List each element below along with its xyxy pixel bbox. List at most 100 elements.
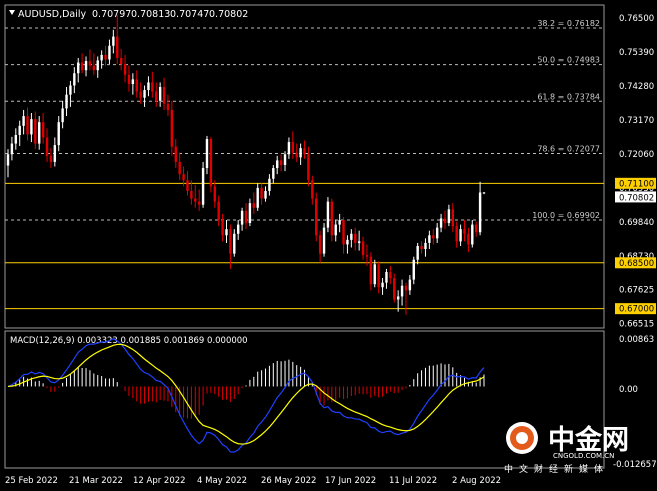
bull-candle bbox=[69, 85, 72, 95]
bull-candle bbox=[447, 209, 451, 224]
x-tick-label: 4 May 2022 bbox=[197, 476, 247, 486]
y-tick-label: 0.75390 bbox=[619, 48, 654, 58]
bull-candle bbox=[385, 271, 388, 283]
bull-candle bbox=[147, 82, 150, 91]
cngold-domain: CNGOLD.COM.CN bbox=[553, 452, 614, 460]
x-tick-label: 21 Mar 2022 bbox=[69, 476, 123, 486]
bear-candle bbox=[92, 65, 96, 71]
macd-y-tick-label: -0.012657 bbox=[613, 460, 657, 470]
fib-label: 100.0 = 0.69902 bbox=[532, 211, 600, 220]
chart-canvas: AUDUSD,Daily 0.70797 0.70813 0.70747 0.7… bbox=[0, 0, 657, 491]
bear-candle bbox=[170, 109, 174, 147]
bull-candle bbox=[283, 154, 287, 165]
bear-candle bbox=[139, 91, 142, 98]
bear-candle bbox=[455, 226, 458, 242]
bear-candle bbox=[365, 255, 369, 257]
bull-candle bbox=[240, 210, 244, 225]
bull-candle bbox=[478, 192, 482, 233]
bear-candle bbox=[467, 233, 470, 245]
bull-candle bbox=[272, 168, 275, 179]
bull-candle bbox=[143, 90, 146, 98]
bear-candle bbox=[420, 245, 423, 250]
y-tick-label: 0.76500 bbox=[619, 14, 654, 24]
bear-candle bbox=[80, 62, 84, 71]
fib-label: 38.2 = 0.76182 bbox=[537, 19, 600, 28]
bull-candle bbox=[84, 61, 88, 71]
macd-y-tick-label: 0.00863 bbox=[619, 335, 654, 345]
bear-candle bbox=[451, 209, 454, 227]
bear-candle bbox=[34, 119, 37, 144]
bull-candle bbox=[256, 187, 259, 208]
bear-candle bbox=[311, 180, 314, 199]
fib-label: 50.0 = 0.74983 bbox=[537, 56, 600, 65]
bear-candle bbox=[41, 122, 45, 138]
bear-candle bbox=[162, 87, 166, 104]
fib-label: 61.8 = 0.73784 bbox=[537, 92, 600, 101]
bull-candle bbox=[236, 224, 240, 234]
bear-candle bbox=[209, 138, 213, 187]
x-tick-label: 26 May 2022 bbox=[261, 476, 316, 486]
bull-candle bbox=[131, 79, 135, 84]
x-tick-label: 17 Jun 2022 bbox=[325, 476, 376, 486]
bull-candle bbox=[350, 233, 353, 240]
bear-candle bbox=[174, 146, 177, 162]
bull-candle bbox=[326, 201, 330, 228]
bull-candle bbox=[400, 285, 404, 297]
bull-candle bbox=[412, 259, 415, 280]
bull-candle bbox=[381, 282, 384, 288]
bull-candle bbox=[435, 227, 439, 239]
level-price-label: 0.68500 bbox=[619, 259, 654, 269]
y-tick-label: 0.69840 bbox=[619, 218, 654, 228]
bear-candle bbox=[330, 201, 334, 236]
bull-candle bbox=[18, 125, 21, 136]
bear-candle bbox=[315, 198, 318, 236]
bear-candle bbox=[229, 229, 232, 254]
bear-candle bbox=[463, 229, 466, 234]
bear-candle bbox=[389, 271, 392, 279]
bear-candle bbox=[369, 256, 373, 285]
bear-candle bbox=[443, 218, 447, 224]
header-low: 0.70747 bbox=[170, 9, 209, 20]
bear-candle bbox=[190, 190, 193, 199]
bear-candle bbox=[178, 161, 181, 175]
bear-candle bbox=[104, 54, 107, 60]
bear-candle bbox=[49, 155, 53, 162]
bull-candle bbox=[205, 138, 209, 169]
bull-candle bbox=[73, 73, 76, 86]
current-price-label: 0.70802 bbox=[619, 193, 654, 203]
bull-candle bbox=[299, 148, 302, 158]
bull-candle bbox=[38, 122, 41, 144]
chart-background bbox=[0, 0, 657, 491]
bull-candle bbox=[428, 235, 431, 243]
bull-candle bbox=[201, 168, 205, 205]
bear-candle bbox=[295, 152, 298, 158]
bear-candle bbox=[26, 116, 29, 135]
bull-candle bbox=[248, 203, 252, 224]
bull-candle bbox=[276, 160, 279, 169]
y-tick-label: 0.66515 bbox=[619, 319, 654, 329]
bull-candle bbox=[482, 192, 486, 194]
bull-candle bbox=[373, 264, 376, 285]
bear-candle bbox=[252, 203, 256, 208]
header-high: 0.70813 bbox=[131, 9, 170, 20]
bull-candle bbox=[264, 190, 267, 199]
bull-candle bbox=[471, 224, 474, 245]
bull-candle bbox=[346, 239, 349, 245]
bear-candle bbox=[135, 79, 138, 92]
bear-candle bbox=[318, 235, 322, 254]
bear-candle bbox=[217, 201, 220, 220]
bull-candle bbox=[416, 245, 419, 260]
cngold-logo-core bbox=[516, 432, 528, 444]
bear-candle bbox=[279, 160, 283, 165]
bull-candle bbox=[53, 145, 57, 162]
bear-candle bbox=[166, 103, 170, 110]
bear-candle bbox=[88, 61, 92, 66]
x-tick-label: 25 Feb 2022 bbox=[5, 476, 58, 486]
y-tick-label: 0.72060 bbox=[619, 150, 654, 160]
bull-candle bbox=[61, 108, 64, 123]
bull-candle bbox=[65, 94, 68, 109]
bear-candle bbox=[474, 224, 478, 233]
bull-candle bbox=[357, 241, 361, 243]
bear-candle bbox=[393, 278, 396, 300]
bull-candle bbox=[459, 229, 462, 242]
